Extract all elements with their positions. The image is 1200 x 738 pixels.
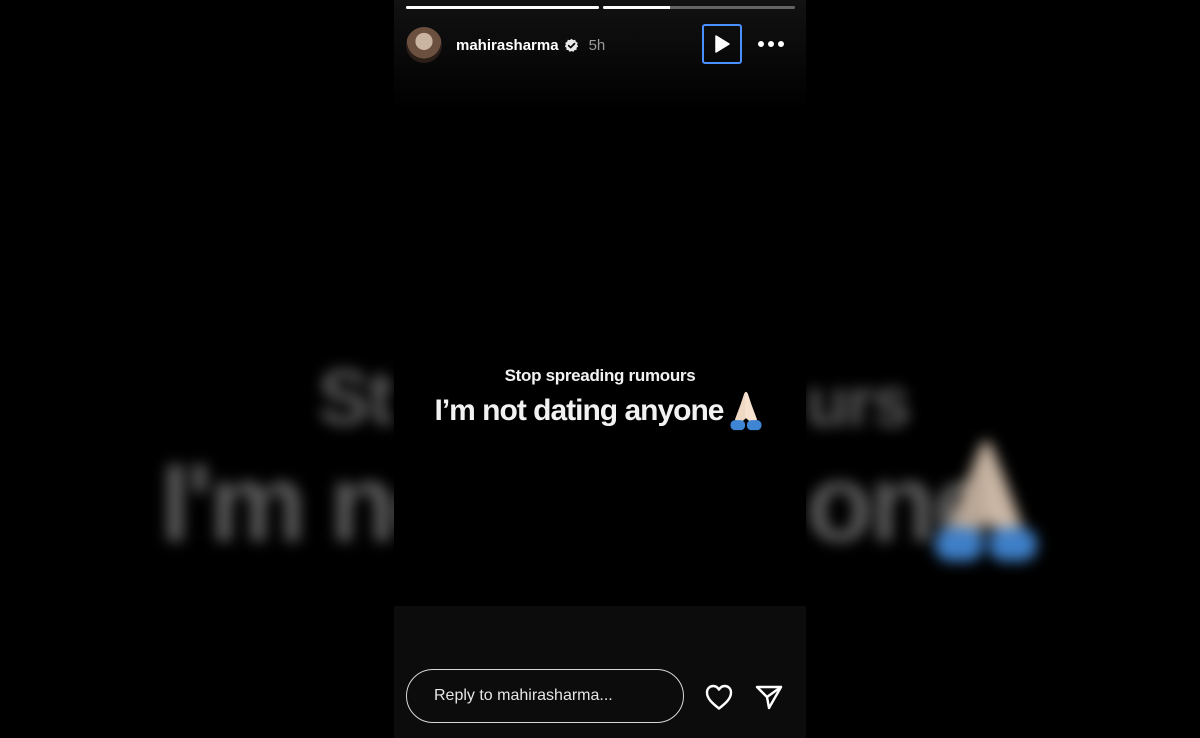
username[interactable]: mahirasharma <box>456 37 559 54</box>
story-progress-bar <box>406 6 795 9</box>
reply-input[interactable] <box>432 686 666 706</box>
avatar[interactable] <box>406 27 442 63</box>
send-button[interactable] <box>750 680 788 714</box>
folded-hands-icon <box>729 391 762 431</box>
story-viewer: St urs I'm not one mahirasharma 5h Stop … <box>0 0 1200 738</box>
reply-field[interactable] <box>406 669 684 723</box>
progress-fill-2 <box>602 6 670 9</box>
more-options-button[interactable] <box>754 24 788 64</box>
more-options-icon <box>758 41 784 47</box>
story-header: mahirasharma 5h <box>406 24 796 66</box>
story-text-block: Stop spreading rumours I’m not dating an… <box>394 366 806 432</box>
story-text-line1: Stop spreading rumours <box>504 366 696 385</box>
play-icon <box>715 35 730 53</box>
story-text-line2-wrap: I’m not dating anyone <box>434 390 765 432</box>
story-panel[interactable]: mahirasharma 5h Stop spreading rumours I… <box>394 0 806 738</box>
progress-segment-1 <box>406 6 599 9</box>
blurred-text-line1-right: urs <box>806 363 911 441</box>
play-button[interactable] <box>702 24 742 64</box>
progress-segment-2 <box>602 6 795 9</box>
blurred-text-line2-right: one <box>806 442 994 565</box>
blurred-text-line1-left: St <box>318 353 394 441</box>
like-button[interactable] <box>700 680 738 714</box>
verified-badge-icon <box>564 38 579 53</box>
send-icon <box>755 685 783 710</box>
heart-icon <box>705 684 733 710</box>
story-text-line2: I’m not dating anyone <box>434 394 724 427</box>
time-ago: 5h <box>588 36 606 54</box>
progress-fill-1 <box>406 6 599 9</box>
blurred-folded-hands-icon <box>935 441 1037 561</box>
